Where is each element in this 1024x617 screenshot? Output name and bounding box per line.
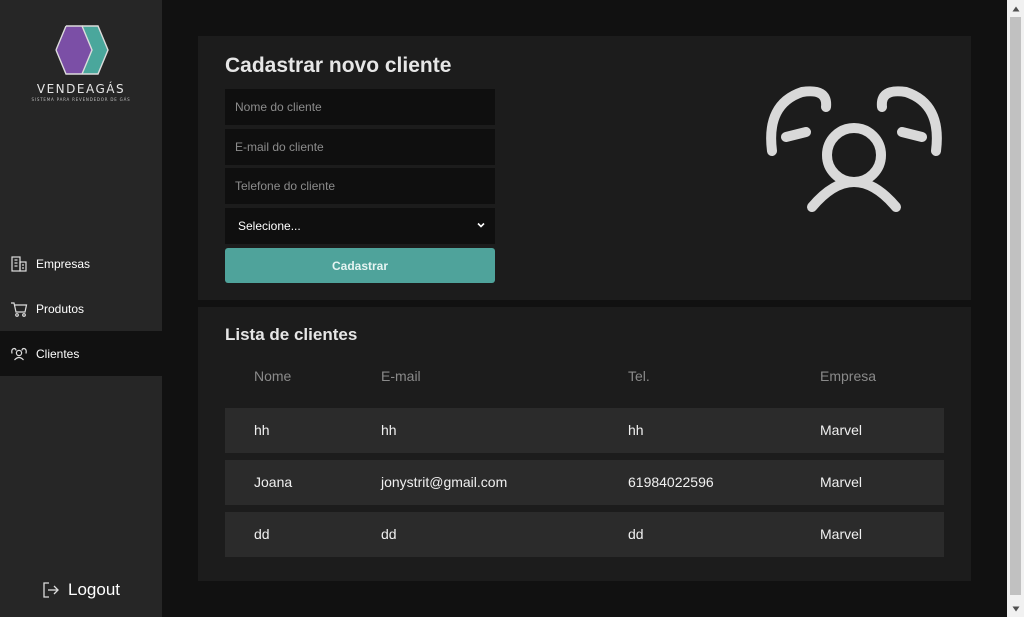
list-title: Lista de clientes bbox=[225, 325, 358, 344]
brand-tagline: SISTEMA PARA REVENDEDOR DE GÁS bbox=[31, 97, 131, 102]
sidebar-item-produtos[interactable]: Produtos bbox=[0, 286, 162, 331]
company-select-value: Selecione... bbox=[238, 219, 301, 233]
column-header-email: E-mail bbox=[381, 368, 421, 384]
cell-email: jonystrit@gmail.com bbox=[381, 474, 508, 490]
cell-name: dd bbox=[254, 526, 270, 542]
cell-email: dd bbox=[381, 526, 397, 542]
table-row[interactable]: dd dd dd Marvel bbox=[225, 512, 944, 557]
scroll-down-arrow-icon[interactable] bbox=[1007, 600, 1024, 617]
sidebar-item-empresas[interactable]: Empresas bbox=[0, 241, 162, 286]
cell-email: hh bbox=[381, 422, 397, 438]
column-header-name: Nome bbox=[254, 368, 292, 384]
cell-company: Marvel bbox=[820, 422, 863, 438]
sidebar-item-label: Produtos bbox=[36, 301, 85, 316]
company-select[interactable]: Selecione... bbox=[225, 208, 495, 244]
scroll-up-arrow-icon[interactable] bbox=[1007, 0, 1024, 17]
new-client-card: Cadastrar novo cliente Selecione... Cada… bbox=[198, 36, 971, 300]
sidebar-item-label: Empresas bbox=[36, 256, 91, 271]
form-title: Cadastrar novo cliente bbox=[225, 54, 452, 77]
cell-phone: hh bbox=[628, 422, 644, 438]
table-row[interactable]: hh hh hh Marvel bbox=[225, 408, 944, 453]
sidebar-item-label: Clientes bbox=[36, 346, 80, 361]
logout-label: Logout bbox=[68, 580, 120, 599]
sidebar: VENDEAGÁS SISTEMA PARA REVENDEDOR DE GÁS… bbox=[0, 0, 162, 617]
cell-company: Marvel bbox=[820, 526, 863, 542]
building-icon bbox=[10, 255, 28, 273]
column-header-company: Empresa bbox=[820, 368, 877, 384]
brand-logo[interactable]: VENDEAGÁS SISTEMA PARA REVENDEDOR DE GÁS bbox=[22, 24, 140, 106]
cell-phone: dd bbox=[628, 526, 644, 542]
vertical-scrollbar[interactable] bbox=[1007, 0, 1024, 617]
scrollbar-thumb[interactable] bbox=[1010, 17, 1021, 595]
column-header-phone: Tel. bbox=[628, 368, 650, 384]
client-phone-input[interactable] bbox=[225, 168, 495, 204]
cell-name: Joana bbox=[254, 474, 293, 490]
sidebar-item-clientes[interactable]: Clientes bbox=[0, 331, 162, 376]
cell-name: hh bbox=[254, 422, 270, 438]
logout-icon bbox=[42, 581, 60, 599]
hexagon-logo-icon bbox=[55, 25, 109, 75]
cell-phone: 61984022596 bbox=[628, 474, 714, 490]
chevron-down-icon bbox=[475, 219, 487, 234]
client-email-input[interactable] bbox=[225, 129, 495, 165]
client-list-card: Lista de clientes Nome E-mail Tel. Empre… bbox=[198, 307, 971, 581]
table-row[interactable]: Joana jonystrit@gmail.com 61984022596 Ma… bbox=[225, 460, 944, 505]
brand-name: VENDEAGÁS bbox=[36, 82, 126, 96]
logout-button[interactable]: Logout bbox=[42, 580, 120, 600]
users-icon bbox=[10, 345, 28, 363]
submit-client-button[interactable]: Cadastrar bbox=[225, 248, 495, 283]
client-name-input[interactable] bbox=[225, 89, 495, 125]
cell-company: Marvel bbox=[820, 474, 863, 490]
cart-icon bbox=[10, 300, 28, 318]
clients-illustration-icon bbox=[766, 86, 942, 212]
